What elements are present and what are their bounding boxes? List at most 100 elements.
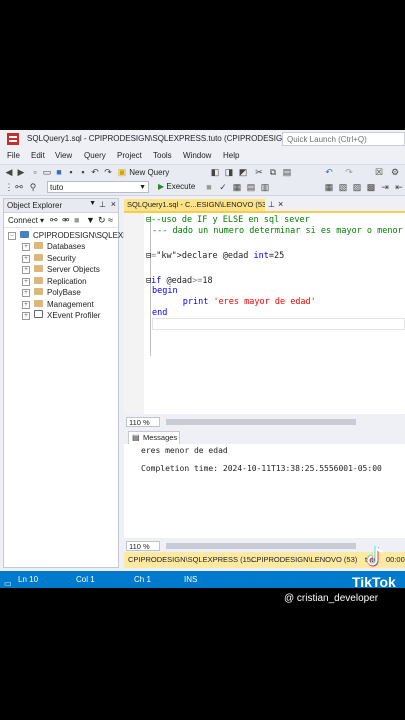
- tree-item-management[interactable]: + Management: [22, 299, 94, 310]
- editor-margin: [124, 213, 144, 414]
- code-line-6: ⊟if @edad>=18: [146, 276, 213, 286]
- status-server: CPIPRODESIGN\SQLEXPRESS (15...: [128, 555, 258, 564]
- menu-query[interactable]: Query: [84, 151, 106, 160]
- menu-tools[interactable]: Tools: [153, 151, 172, 160]
- activity-icon[interactable]: ≈: [108, 215, 113, 225]
- redo-icon[interactable]: ↷: [103, 167, 113, 177]
- menu-view[interactable]: View: [55, 151, 72, 160]
- tree-item-label: PolyBase: [47, 288, 81, 297]
- tree-item-security[interactable]: + Security: [22, 253, 76, 264]
- menu-file[interactable]: File: [7, 151, 20, 160]
- pin-icon[interactable]: ⊥: [99, 200, 106, 209]
- title-bar: SQLQuery1.sql - CPIPRODESIGN\SQLEXPRESS.…: [0, 130, 405, 148]
- expand-icon[interactable]: +: [22, 289, 30, 297]
- tab-messages[interactable]: ▤ Messages: [128, 431, 180, 444]
- menu-help[interactable]: Help: [223, 151, 239, 160]
- code-text: --uso de IF y ELSE en sql sever: [151, 215, 310, 225]
- expand-icon[interactable]: +: [22, 243, 30, 251]
- uncomment-icon[interactable]: ▩: [366, 182, 376, 192]
- tiktok-note-icon: [367, 546, 383, 567]
- editor-zoom-select[interactable]: 110 %: [126, 417, 160, 427]
- tree-item-xevent-profiler[interactable]: + XEvent Profiler: [22, 310, 100, 321]
- connect-button[interactable]: Connect ▾: [8, 216, 44, 225]
- folder-icon: [34, 299, 43, 307]
- filter-tree-icon[interactable]: ▼: [86, 215, 95, 225]
- save-icon[interactable]: ▪: [66, 167, 76, 177]
- new-query-button[interactable]: ▣ New Query: [117, 167, 170, 177]
- expand-icon[interactable]: +: [22, 277, 30, 286]
- cut-icon[interactable]: ✂: [254, 167, 264, 177]
- close-icon[interactable]: ×: [111, 199, 116, 209]
- expand-icon[interactable]: +: [22, 312, 30, 320]
- redo2-icon[interactable]: ↷: [344, 167, 354, 177]
- properties-icon[interactable]: ⚙: [390, 167, 400, 177]
- stop-icon[interactable]: ■: [204, 182, 214, 192]
- collapse-icon[interactable]: −: [8, 232, 16, 240]
- paste-icon[interactable]: ▤: [282, 167, 292, 177]
- parse-icon[interactable]: ✓: [218, 182, 228, 192]
- quick-launch-input[interactable]: Quick Launch (Ctrl+Q): [282, 132, 405, 146]
- tree-item-polybase[interactable]: + PolyBase: [22, 287, 81, 298]
- menu-window[interactable]: Window: [183, 151, 211, 160]
- results-text-icon[interactable]: ▦: [324, 182, 334, 192]
- editor-hscrollbar[interactable]: [166, 419, 356, 425]
- new-icon[interactable]: ▫: [30, 167, 40, 177]
- code-line-1: ⊟--uso de IF y ELSE en sql sever: [146, 215, 310, 225]
- back-icon[interactable]: ◀: [4, 167, 14, 177]
- expand-icon[interactable]: +: [22, 300, 30, 309]
- filter-icon[interactable]: ⚲: [28, 182, 38, 192]
- connect-server-icon[interactable]: ⚯: [50, 215, 58, 226]
- connect-icon[interactable]: ⚯: [14, 182, 24, 192]
- results-zoom-select[interactable]: 110 %: [126, 541, 160, 551]
- close-doc-icon[interactable]: ☒: [374, 167, 384, 177]
- menu-bar: File Edit View Query Project Tools Windo…: [0, 149, 405, 163]
- xml-icon[interactable]: ◧: [210, 167, 220, 177]
- completion-time-text: Completion time: 2024-10-11T13:38:25.555…: [141, 464, 382, 473]
- new-query-label: New Query: [129, 168, 170, 177]
- tree-item-databases[interactable]: + Databases: [22, 241, 85, 252]
- comment-icon[interactable]: ▨: [352, 182, 362, 192]
- copy-icon[interactable]: ⧉: [268, 167, 278, 177]
- code-line-2: --- dado un numero determinar si es mayo…: [152, 226, 403, 236]
- tree-item-label: Management: [47, 299, 94, 309]
- results-file-icon[interactable]: ▧: [338, 182, 348, 192]
- results-grid-icon[interactable]: ▥: [260, 182, 270, 192]
- disconnect-icon[interactable]: ⚮: [62, 215, 70, 226]
- stop-refresh-icon[interactable]: ■: [74, 215, 79, 225]
- tree-item-replication[interactable]: + Replication: [22, 276, 87, 287]
- folder-icon: [34, 242, 43, 249]
- menu-project[interactable]: Project: [117, 151, 142, 160]
- tab-sqlquery1[interactable]: SQLQuery1.sql - C...ESIGN\LENOVO (53))*: [124, 199, 265, 211]
- expand-icon[interactable]: +: [22, 266, 30, 274]
- tab-close-icon[interactable]: ×: [278, 199, 283, 209]
- messages-icon: ▤: [132, 433, 140, 442]
- outdent-icon[interactable]: ⇤: [394, 182, 404, 192]
- execute-button[interactable]: ▶ Execute: [158, 182, 195, 191]
- database-icon[interactable]: ■: [54, 167, 64, 177]
- window-title: SQLQuery1.sql - CPIPRODESIGN\SQLEXPRESS.…: [27, 134, 319, 143]
- indent-icon[interactable]: ⇥: [380, 182, 390, 192]
- execute-label: Execute: [166, 182, 196, 191]
- query-editor[interactable]: ⊟--uso de IF y ELSE en sql sever --- dad…: [124, 213, 405, 414]
- intellisense-icon[interactable]: ▤: [246, 182, 256, 192]
- mdx-icon[interactable]: ◨: [224, 167, 234, 177]
- menu-edit[interactable]: Edit: [31, 151, 45, 160]
- open-icon[interactable]: ▭: [42, 167, 52, 177]
- tree-server-node[interactable]: − CPIPRODESIGN\SQLEXPR: [8, 230, 134, 241]
- undo-icon[interactable]: ↶: [90, 167, 100, 177]
- object-explorer-toolbar: Connect ▾ ⚯ ⚮ ■ ▼ ↻ ≈: [4, 213, 118, 228]
- refresh-icon[interactable]: ↻: [98, 215, 106, 226]
- play-icon: ▶: [158, 182, 165, 191]
- undo2-icon[interactable]: ↶: [324, 167, 334, 177]
- outline-bar: [150, 216, 151, 356]
- results-hscrollbar[interactable]: [166, 543, 356, 549]
- tree-item-server-objects[interactable]: + Server Objects: [22, 264, 100, 275]
- dropdown-icon[interactable]: ▼: [89, 200, 96, 207]
- save-all-icon[interactable]: ▪: [78, 167, 88, 177]
- database-select[interactable]: tuto ▼: [47, 181, 149, 193]
- forward-icon[interactable]: ▶: [16, 167, 26, 177]
- plan-icon[interactable]: ▦: [232, 182, 242, 192]
- dmx-icon[interactable]: ◩: [238, 167, 248, 177]
- tab-pin-icon[interactable]: ⊥: [268, 200, 275, 209]
- expand-icon[interactable]: +: [22, 254, 30, 263]
